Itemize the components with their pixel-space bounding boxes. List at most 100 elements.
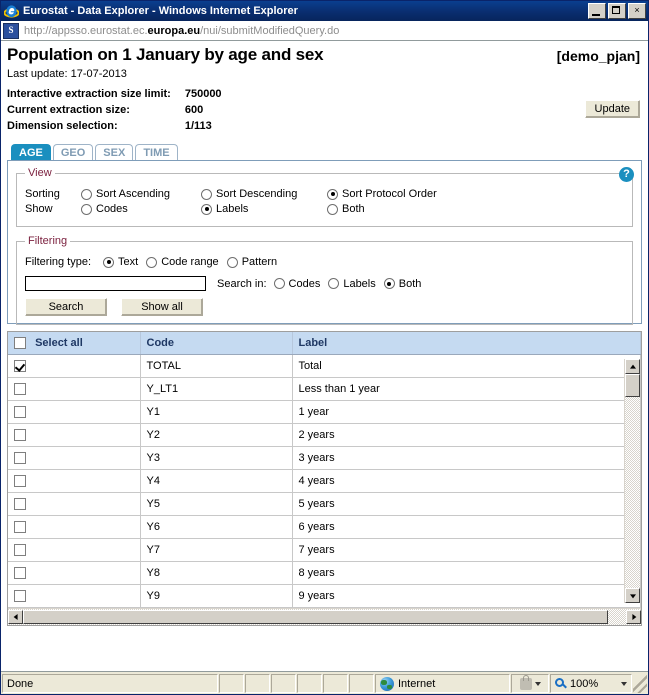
row-code: Y8 — [140, 561, 293, 586]
radio-icon[interactable] — [103, 256, 114, 268]
filter-type-row: Filtering type: Text Code range Pattern — [25, 256, 624, 268]
scroll-down-button[interactable] — [625, 588, 640, 603]
row-checkbox[interactable] — [14, 521, 26, 534]
row-code: Y1 — [140, 400, 293, 425]
row-checkbox[interactable] — [14, 360, 26, 373]
search-button[interactable]: Search — [25, 298, 107, 316]
url-domain: europa.eu — [147, 24, 201, 37]
chevron-down-icon[interactable] — [621, 681, 627, 686]
radio-sort-protocol-order[interactable]: Sort Protocol Order — [327, 188, 437, 200]
radio-search-codes[interactable]: Codes — [273, 278, 320, 290]
scroll-right-button[interactable] — [626, 610, 641, 625]
row-checkbox[interactable] — [14, 544, 26, 557]
vertical-scroll-thumb[interactable] — [625, 374, 640, 397]
tab-age[interactable]: AGE — [11, 144, 51, 160]
radio-sort-ascending[interactable]: Sort Ascending — [81, 188, 193, 200]
scroll-up-button[interactable] — [625, 359, 640, 374]
row-checkbox-cell — [8, 423, 141, 448]
show-label: Show — [25, 203, 53, 215]
table-row[interactable]: Y8 8 years — [8, 561, 641, 586]
radio-filter-code-range[interactable]: Code range — [146, 256, 219, 268]
radio-show-codes[interactable]: Codes — [81, 203, 193, 215]
table-row[interactable]: TOTAL Total — [8, 354, 641, 379]
search-input[interactable] — [25, 276, 206, 291]
row-label: 3 years — [292, 446, 641, 471]
table-row[interactable]: Y3 3 years — [8, 446, 641, 471]
zoom-control[interactable]: 100% — [550, 674, 632, 693]
table-row[interactable]: Y2 2 years — [8, 423, 641, 448]
address-bar[interactable]: http://appsso.eurostat.ec.europa.eu/nui/… — [1, 21, 648, 41]
horizontal-scroll-thumb[interactable] — [23, 610, 608, 625]
table-row[interactable]: Y7 7 years — [8, 538, 641, 563]
table-vertical-scrollbar[interactable] — [624, 359, 640, 603]
radio-sort-descending[interactable]: Sort Descending — [201, 188, 319, 200]
last-update-text: Last update: 17-07-2013 — [7, 68, 127, 80]
radio-icon[interactable] — [327, 203, 338, 215]
table-horizontal-scrollbar[interactable] — [8, 608, 641, 626]
tab-time[interactable]: TIME — [135, 144, 178, 160]
column-header-label: Select all — [35, 337, 83, 350]
view-group: View Sorting Sort Ascending Sort Descend… — [16, 167, 633, 227]
option-label: Text — [118, 256, 139, 268]
sorting-label: Sorting — [25, 188, 60, 200]
status-segment — [245, 674, 270, 693]
radio-filter-pattern[interactable]: Pattern — [226, 256, 277, 268]
security-zone[interactable]: Internet — [375, 674, 510, 693]
tab-geo[interactable]: GEO — [52, 144, 94, 160]
row-label: 5 years — [292, 492, 641, 517]
radio-icon[interactable] — [273, 278, 285, 289]
radio-icon[interactable] — [81, 188, 92, 200]
radio-search-labels[interactable]: Labels — [328, 278, 376, 290]
internet-explorer-logo-icon — [4, 4, 19, 18]
table-row[interactable]: Y4 4 years — [8, 469, 641, 494]
dataset-code: [demo_pjan] — [556, 48, 640, 64]
page-shortcut-icon — [3, 22, 19, 39]
maximize-button[interactable] — [608, 3, 626, 19]
status-segment — [349, 674, 374, 693]
radio-icon[interactable] — [328, 278, 340, 289]
row-checkbox[interactable] — [14, 452, 26, 465]
row-checkbox[interactable] — [14, 406, 26, 419]
meta-row: Current extraction size: 600 — [7, 102, 222, 118]
table-row[interactable]: Y1 1 year — [8, 400, 641, 425]
scroll-left-button[interactable] — [8, 610, 23, 625]
radio-icon[interactable] — [383, 278, 395, 289]
close-button[interactable]: × — [628, 3, 646, 19]
table-row[interactable]: Y9 9 years — [8, 584, 641, 609]
protected-mode-indicator[interactable] — [511, 674, 549, 693]
radio-search-both[interactable]: Both — [383, 278, 421, 290]
row-checkbox[interactable] — [14, 475, 26, 488]
address-url[interactable]: http://appsso.eurostat.ec.europa.eu/nui/… — [24, 25, 339, 37]
row-checkbox[interactable] — [14, 383, 26, 396]
update-button[interactable]: Update — [584, 100, 640, 118]
title-bar: Eurostat - Data Explorer - Windows Inter… — [1, 1, 648, 21]
radio-icon[interactable] — [146, 256, 158, 268]
radio-icon[interactable] — [201, 188, 212, 200]
table-row[interactable]: Y_LT1 Less than 1 year — [8, 377, 641, 402]
tab-sex[interactable]: SEX — [95, 144, 134, 160]
minimize-button[interactable] — [588, 3, 606, 19]
table-header-row: Select all Code Label — [8, 332, 641, 356]
table-row[interactable]: Y5 5 years — [8, 492, 641, 517]
row-checkbox[interactable] — [14, 429, 26, 442]
select-all-checkbox[interactable] — [14, 337, 26, 350]
radio-filter-text[interactable]: Text — [103, 256, 138, 268]
radio-show-labels[interactable]: Labels — [201, 203, 319, 215]
row-checkbox[interactable] — [14, 590, 26, 603]
row-checkbox[interactable] — [14, 567, 26, 580]
filter-type-label: Filtering type: — [25, 256, 92, 268]
resize-grip[interactable] — [633, 674, 647, 693]
row-checkbox[interactable] — [14, 498, 26, 511]
show-all-button[interactable]: Show all — [121, 298, 203, 316]
radio-icon[interactable] — [201, 203, 212, 215]
radio-icon[interactable] — [81, 203, 92, 215]
radio-icon[interactable] — [327, 188, 338, 200]
magnifier-icon — [555, 677, 567, 690]
table-row[interactable]: Y6 6 years — [8, 515, 641, 540]
row-checkbox-cell — [8, 469, 141, 494]
radio-show-both[interactable]: Both — [327, 203, 365, 215]
radio-icon[interactable] — [226, 256, 238, 268]
meta-value: 600 — [184, 104, 204, 116]
chevron-down-icon[interactable] — [534, 681, 541, 686]
help-icon[interactable]: ? — [619, 167, 634, 182]
